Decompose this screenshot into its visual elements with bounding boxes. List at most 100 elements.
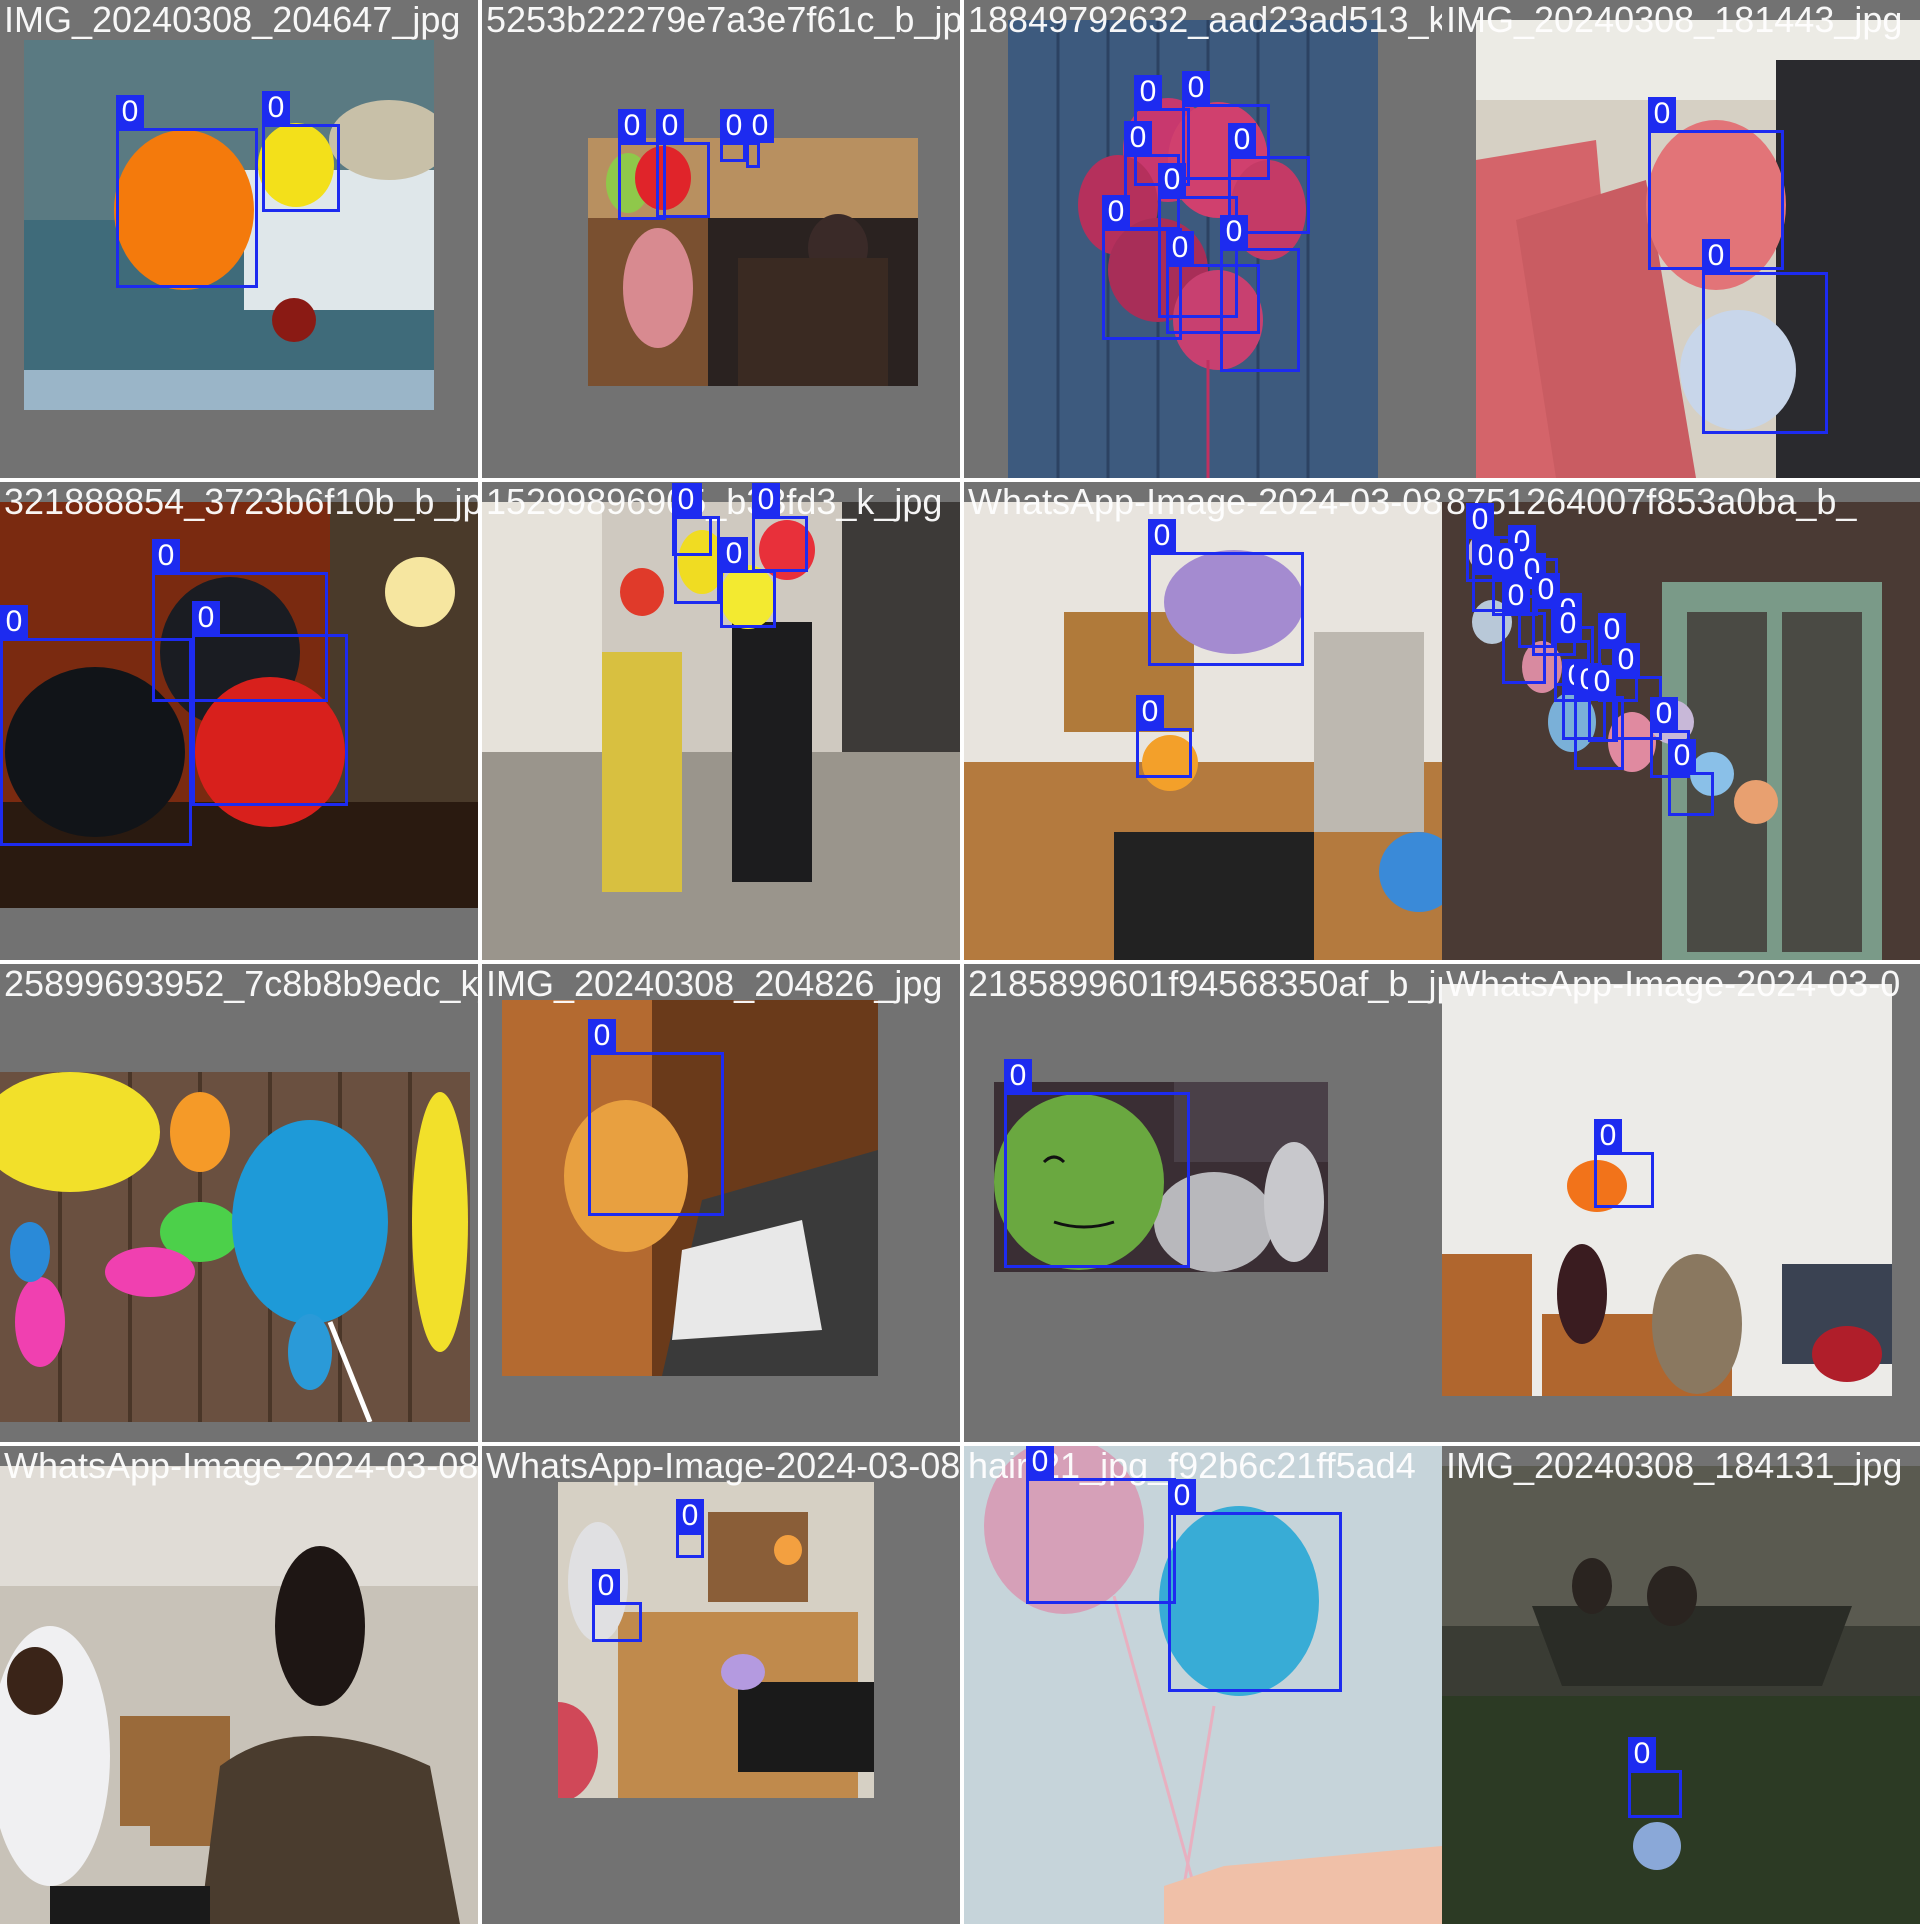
class-label: 0	[1026, 1446, 1054, 1479]
class-label: 0	[1228, 123, 1256, 157]
class-label: 0	[1702, 239, 1730, 273]
class-label: 0	[752, 483, 780, 517]
image-filename: 321888854_3723b6f10b_b_jpg	[4, 482, 478, 522]
tile: IMG_20240308_184131_jpg 0	[1442, 1446, 1920, 1924]
class-label: 0	[618, 109, 646, 143]
class-label: 0	[1134, 75, 1162, 109]
image-filename: 8751264007f853a0ba_b_	[1446, 482, 1857, 522]
balloon-bounding-box: 0	[752, 483, 808, 572]
tile: 8751264007f853a0ba_b_0000000000000000	[1442, 482, 1920, 960]
image-filename: 2185899601f94568350af_b_jpg	[968, 964, 1442, 1004]
balloon-bounding-box: 0	[720, 537, 776, 628]
tile: 321888854_3723b6f10b_b_jpg 0 0 0	[0, 482, 478, 960]
balloon-bounding-box: 0	[676, 1499, 704, 1558]
tile: 18849792632_aad23ad513_k_jpg00000000	[964, 0, 1442, 478]
class-label: 0	[1598, 613, 1626, 647]
class-label: 0	[1168, 1479, 1196, 1513]
image-filename: WhatsApp-Image-2024-03-08	[968, 482, 1442, 522]
photo	[0, 1466, 478, 1924]
image-filename: WhatsApp-Image-2024-03-08	[486, 1446, 960, 1486]
class-label: 0	[592, 1569, 620, 1603]
balloon-bounding-box: 0	[1594, 1119, 1654, 1208]
class-label: 0	[1492, 543, 1520, 577]
image-filename: IMG_20240308_184131_jpg	[1446, 1446, 1903, 1486]
balloon-bounding-box: 0	[1588, 665, 1618, 742]
class-label: 0	[746, 109, 774, 143]
tile: WhatsApp-Image-2024-03-0 0	[1442, 964, 1920, 1442]
class-label: 0	[152, 539, 180, 573]
balloon-bounding-box: 0	[1668, 739, 1714, 816]
class-label: 0	[1466, 503, 1494, 537]
balloon-bounding-box: 0	[192, 601, 348, 806]
class-label: 0	[1158, 163, 1186, 197]
balloon-bounding-box: 0	[1136, 695, 1192, 778]
tile: WhatsApp-Image-2024-03-08	[0, 1446, 478, 1924]
image-filename: 18849792632_aad23ad513_k_jpg	[968, 0, 1442, 40]
balloon-bounding-box: 0	[746, 109, 774, 168]
image-filename: 25899693952_7c8b8b9edc_k_jpg	[4, 964, 478, 1004]
class-label: 0	[1668, 739, 1696, 773]
balloon-bounding-box: 0	[592, 1569, 642, 1642]
image-filename: IMG_20240308_181443_jpg	[1446, 0, 1903, 40]
class-label: 0	[720, 537, 748, 571]
tile: 2185899601f94568350af_b_jpg 0	[964, 964, 1442, 1442]
balloon-bounding-box: 0	[672, 483, 712, 556]
class-label: 0	[1102, 195, 1130, 229]
balloon-bounding-box: 0	[262, 91, 340, 212]
tile: 15299896905_b33fd3_k_jpg0000	[482, 482, 960, 960]
class-label: 0	[1502, 579, 1530, 613]
photo	[1442, 1466, 1920, 1924]
class-label: 0	[192, 601, 220, 635]
class-label: 0	[1594, 1119, 1622, 1153]
balloon-bounding-box: 0	[1004, 1059, 1190, 1268]
balloon-bounding-box: 0	[1168, 1479, 1342, 1692]
tile: IMG_20240308_204826_jpg 0	[482, 964, 960, 1442]
image-filename: WhatsApp-Image-2024-03-0	[1446, 964, 1901, 1004]
image-filename: 5253b22279e7a3e7f61c_b_jpg	[486, 0, 960, 40]
class-label: 0	[656, 109, 684, 143]
class-label: 0	[672, 483, 700, 517]
image-filename: WhatsApp-Image-2024-03-08	[4, 1446, 478, 1486]
tile: WhatsApp-Image-2024-03-08 0 0	[964, 482, 1442, 960]
class-label: 0	[1648, 97, 1676, 131]
balloon-bounding-box: 0	[1148, 519, 1304, 666]
class-label: 0	[262, 91, 290, 125]
tile: 5253b22279e7a3e7f61c_b_jpg 0 0 0 0	[482, 0, 960, 478]
class-label: 0	[1148, 519, 1176, 553]
balloon-bounding-box: 0	[1702, 239, 1828, 434]
balloon-bounding-box: 0	[656, 109, 710, 218]
tile: IMG_20240308_181443_jpg 0 0	[1442, 0, 1920, 478]
class-label: 0	[1220, 215, 1248, 249]
mosaic-grid: IMG_20240308_204647_jpg 0 0 5253b22279e7a3…	[0, 0, 1920, 1924]
class-label: 0	[1182, 71, 1210, 105]
class-label: 0	[1166, 231, 1194, 265]
image-filename: IMG_20240308_204826_jpg	[486, 964, 943, 1004]
balloon-bounding-box: 0	[1628, 1737, 1682, 1818]
class-label: 0	[1004, 1059, 1032, 1093]
class-label: 0	[1554, 607, 1582, 641]
balloon-bounding-box: 0	[588, 1019, 724, 1216]
tile: WhatsApp-Image-2024-03-08 0 0	[482, 1446, 960, 1924]
class-label: 0	[1612, 643, 1640, 677]
tile: IMG_20240308_204647_jpg 0 0	[0, 0, 478, 478]
class-label: 0	[0, 605, 28, 639]
balloon-bounding-box: 0	[116, 95, 258, 288]
photo	[0, 1072, 470, 1422]
tile: hair-21_jpg_f92b6c21ff5ad4 0 0	[964, 1446, 1442, 1924]
balloon-bounding-box: 0	[1026, 1446, 1176, 1604]
photo	[1442, 984, 1892, 1396]
class-label: 0	[676, 1499, 704, 1533]
tile: 25899693952_7c8b8b9edc_k_jpg	[0, 964, 478, 1442]
class-label: 0	[116, 95, 144, 129]
balloon-bounding-box: 0	[1166, 231, 1260, 334]
class-label: 0	[720, 109, 748, 143]
class-label: 0	[1136, 695, 1164, 729]
class-label: 0	[1588, 665, 1616, 699]
balloon-bounding-box: 0	[0, 605, 192, 846]
class-label: 0	[1628, 1737, 1656, 1771]
class-label: 0	[588, 1019, 616, 1053]
image-filename: IMG_20240308_204647_jpg	[4, 0, 461, 40]
class-label: 0	[1124, 121, 1152, 155]
class-label: 0	[1650, 697, 1678, 731]
balloon-bounding-box: 0	[720, 109, 748, 162]
